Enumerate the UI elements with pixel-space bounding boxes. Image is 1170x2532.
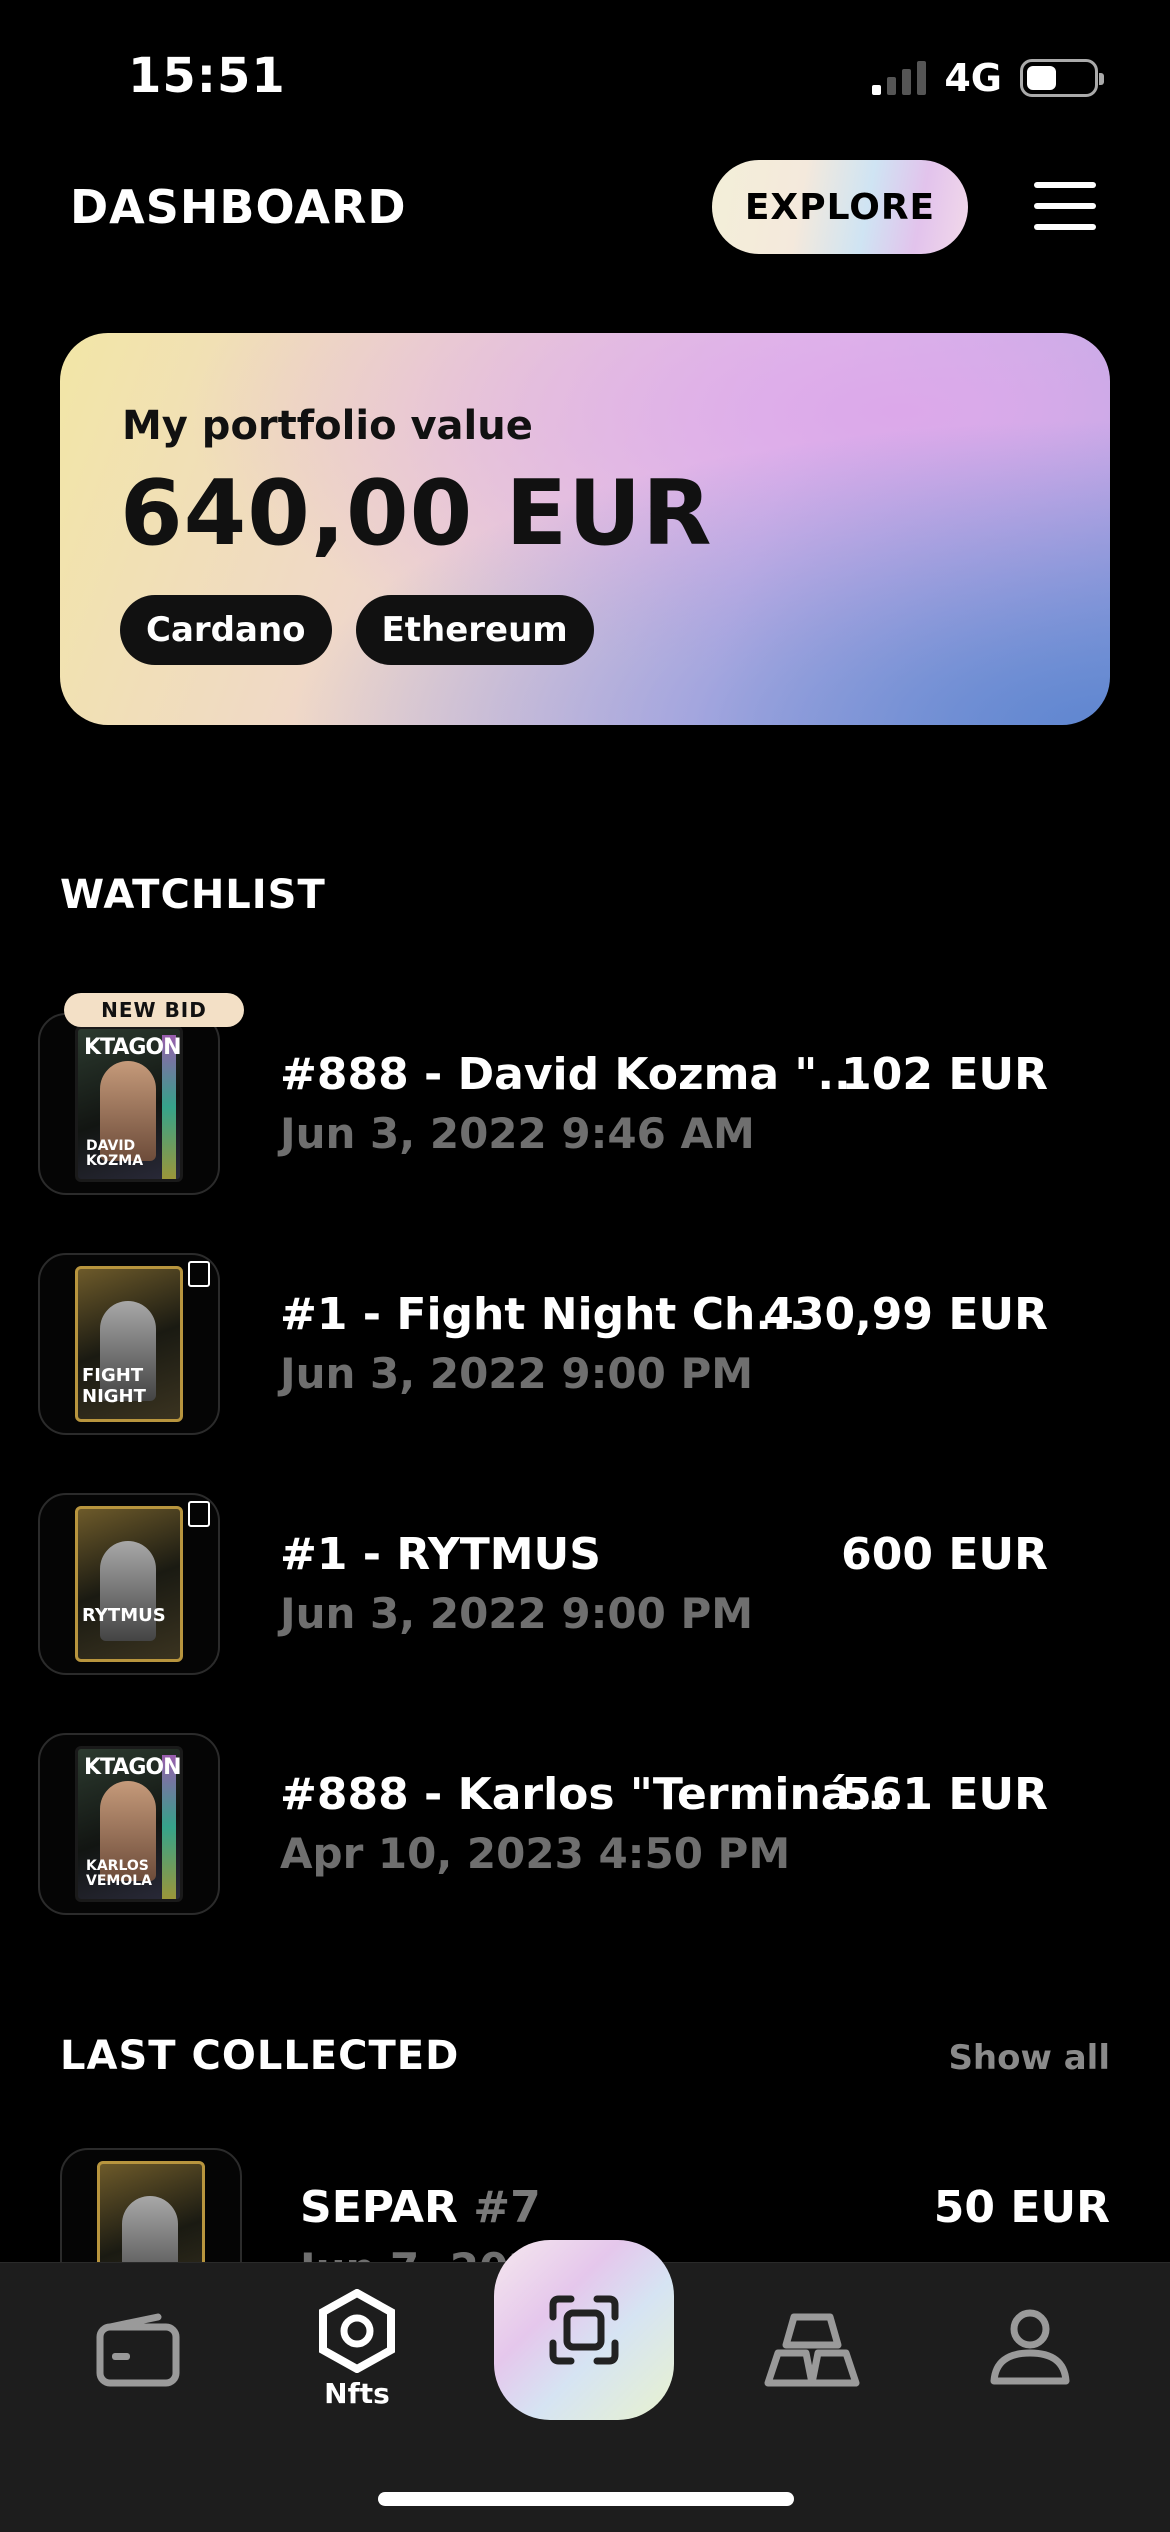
item-price: 561 EUR [841,1769,1048,1820]
last-collected-title: LAST COLLECTED [60,2033,460,2079]
item-title: #1 - RYTMUS [280,1529,601,1580]
scan-button[interactable] [494,2240,674,2420]
nav-nfts[interactable]: Nfts [318,2289,396,2410]
item-title: #1 - Fight Night Ch... [280,1289,806,1340]
watchlist-item[interactable]: FIGHT NIGHT #1 - Fight Night Ch... Jun 3… [38,1253,1048,1435]
status-indicators: 4G [872,56,1104,100]
item-date: Apr 10, 2023 4:50 PM [280,1829,791,1878]
nft-thumbnail: KTAGON DAVID KOZMA [38,1013,220,1195]
chip-ethereum[interactable]: Ethereum [355,595,594,665]
nft-card-image: KTAGON DAVID KOZMA [75,1026,183,1182]
status-time: 15:51 [128,48,286,104]
explore-button[interactable]: EXPLORE [712,160,968,254]
item-date: Jun 3, 2022 9:00 PM [280,1589,754,1638]
nav-profile[interactable] [988,2309,1072,2387]
nft-card-image: RYTMUS [75,1506,183,1662]
item-date: Jun 3, 2022 9:46 AM [280,1109,755,1158]
watchlist-title: WATCHLIST [60,872,326,918]
item-title: #888 - Karlos "Terminá... [280,1769,901,1820]
nft-hexagon-icon [319,2289,395,2373]
profile-icon [990,2309,1070,2385]
show-all-link[interactable]: Show all [948,2038,1110,2078]
nav-wallet[interactable] [96,2313,180,2387]
nav-collections[interactable] [764,2313,860,2387]
item-title: SEPAR #7 [300,2182,541,2233]
nav-label-nfts: Nfts [324,2377,390,2410]
new-bid-badge: NEW BID [64,993,244,1027]
stack-icon [764,2313,860,2387]
edition-tag-icon [188,1261,210,1287]
nft-card-image: FIGHT NIGHT [75,1266,183,1422]
item-price: 102 EUR [841,1049,1048,1100]
network-type: 4G [944,56,1002,100]
portfolio-value: 640,00 EUR [120,461,713,566]
item-price: 600 EUR [841,1529,1048,1580]
item-number: #7 [473,2182,541,2233]
scan-icon [549,2295,619,2365]
chip-cardano[interactable]: Cardano [120,595,332,665]
chain-chips: Cardano Ethereum [120,595,594,665]
battery-icon [1020,59,1104,97]
nft-card-image: KTAGON KARLOS VEMOLA [75,1746,183,1902]
nft-thumbnail: KTAGON KARLOS VEMOLA [38,1733,220,1915]
item-name: SEPAR [300,2182,458,2233]
page-title: DASHBOARD [70,180,407,234]
watchlist-item[interactable]: KTAGON KARLOS VEMOLA #888 - Karlos "Term… [38,1733,1048,1915]
portfolio-label: My portfolio value [122,403,533,449]
item-title: #888 - David Kozma "... [280,1049,868,1100]
portfolio-card[interactable]: My portfolio value 640,00 EUR Cardano Et… [60,333,1110,725]
edition-tag-icon [188,1501,210,1527]
item-price: 50 EUR [933,2182,1110,2233]
item-price: 430,99 EUR [763,1289,1048,1340]
nft-thumbnail: RYTMUS [38,1493,220,1675]
home-indicator [378,2492,794,2506]
watchlist-item[interactable]: KTAGON DAVID KOZMA NEW BID #888 - David … [38,993,1048,1195]
wallet-icon [96,2313,180,2387]
watchlist-item[interactable]: RYTMUS #1 - RYTMUS Jun 3, 2022 9:00 PM 6… [38,1493,1048,1675]
signal-icon [872,61,927,95]
item-date: Jun 3, 2022 9:00 PM [280,1349,754,1398]
hamburger-menu-icon[interactable] [1034,182,1096,230]
nft-thumbnail: FIGHT NIGHT [38,1253,220,1435]
